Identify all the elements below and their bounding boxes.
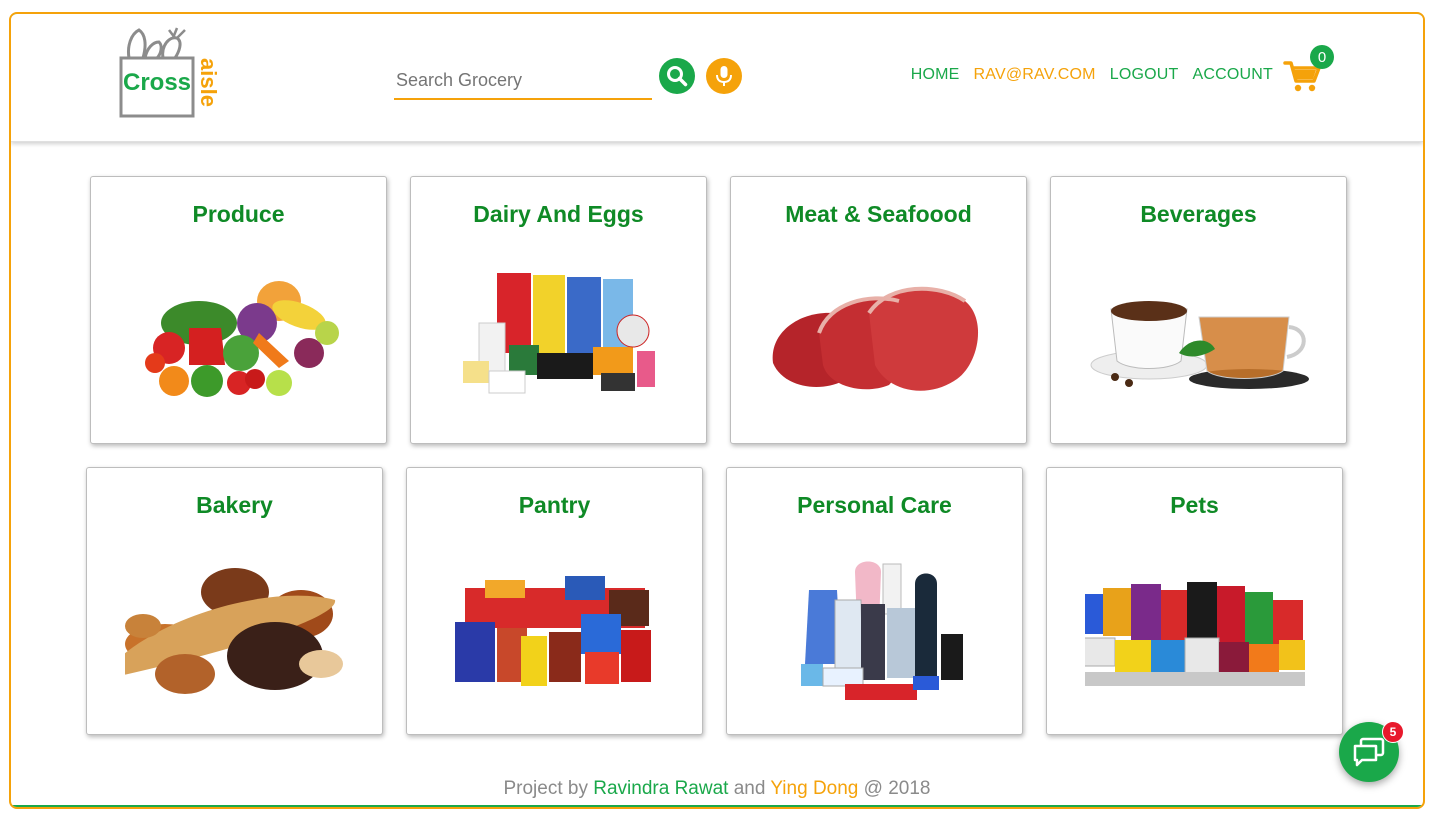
category-title: Beverages bbox=[1140, 201, 1257, 227]
category-card-pantry[interactable]: Pantry bbox=[406, 467, 703, 735]
search-field-wrapper bbox=[394, 64, 654, 100]
search-button[interactable] bbox=[659, 58, 695, 94]
category-title: Pets bbox=[1170, 492, 1219, 518]
category-title: Pantry bbox=[518, 492, 591, 518]
category-card-bakery[interactable]: Bakery bbox=[86, 467, 383, 735]
category-card-pets[interactable]: Pets bbox=[1046, 467, 1343, 735]
logo-word-cross: Cross bbox=[123, 69, 191, 96]
author-link-ying[interactable]: Ying Dong bbox=[770, 778, 858, 799]
category-title: Meat & Seafoood bbox=[785, 201, 972, 227]
category-card-produce[interactable]: Produce bbox=[90, 176, 387, 444]
search-input[interactable] bbox=[394, 64, 654, 96]
cart-count-badge: 0 bbox=[1310, 45, 1334, 69]
dairy-image bbox=[463, 273, 655, 394]
bakery-image bbox=[125, 568, 343, 694]
category-title: Bakery bbox=[196, 492, 273, 518]
top-navigation-bar: Cross aisle HOME RAV@RAV.COM LOGOUT AC bbox=[11, 14, 1423, 142]
category-card-meat-seafood[interactable]: Meat & Seafoood bbox=[730, 176, 1027, 444]
search-icon bbox=[667, 66, 688, 87]
beverages-image bbox=[1090, 301, 1309, 389]
category-title: Produce bbox=[192, 201, 285, 227]
nav-home-link[interactable]: HOME bbox=[911, 66, 960, 84]
voice-search-button[interactable] bbox=[706, 58, 742, 94]
frame-bottom-accent bbox=[11, 805, 1423, 807]
footer-suffix: @ 2018 bbox=[863, 778, 931, 799]
nav-user-email-link[interactable]: RAV@RAV.COM bbox=[974, 66, 1096, 84]
footer-and: and bbox=[733, 778, 766, 799]
nav-account-link[interactable]: ACCOUNT bbox=[1192, 66, 1273, 84]
chat-notification-badge: 5 bbox=[1382, 721, 1404, 743]
chat-icon bbox=[1353, 737, 1385, 767]
nav-logout-link[interactable]: LOGOUT bbox=[1110, 66, 1179, 84]
category-card-personal-care[interactable]: Personal Care bbox=[726, 467, 1023, 735]
category-title: Dairy And Eggs bbox=[473, 201, 644, 227]
meat-image bbox=[772, 286, 979, 391]
app-frame: Cross aisle HOME RAV@RAV.COM LOGOUT AC bbox=[9, 12, 1425, 809]
footer-credits: Project by Ravindra Rawat and Ying Dong … bbox=[11, 778, 1423, 800]
category-card-dairy-and-eggs[interactable]: Dairy And Eggs bbox=[410, 176, 707, 444]
main-nav: HOME RAV@RAV.COM LOGOUT ACCOUNT bbox=[911, 66, 1273, 84]
author-link-ravindra[interactable]: Ravindra Rawat bbox=[593, 778, 728, 799]
crossaisle-logo[interactable]: Cross aisle bbox=[117, 24, 227, 120]
pantry-image bbox=[455, 576, 651, 686]
pets-image bbox=[1085, 582, 1305, 686]
category-title: Personal Care bbox=[797, 492, 952, 518]
category-card-beverages[interactable]: Beverages bbox=[1050, 176, 1347, 444]
logo-word-aisle: aisle bbox=[196, 58, 221, 107]
microphone-icon bbox=[716, 66, 732, 86]
footer-prefix: Project by bbox=[503, 778, 588, 799]
personal-care-image bbox=[801, 561, 963, 700]
produce-image bbox=[145, 281, 339, 397]
